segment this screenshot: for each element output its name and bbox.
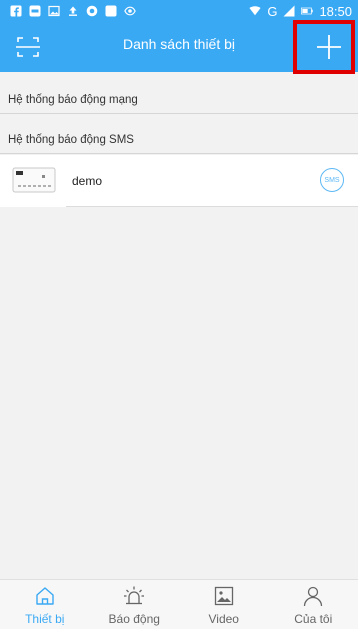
image-icon	[48, 5, 60, 17]
signal-icon	[283, 5, 295, 17]
plus-icon	[317, 35, 341, 59]
add-device-button[interactable]	[314, 32, 344, 62]
status-bar: G 18:50	[0, 0, 358, 22]
nav-label-profile: Của tôi	[294, 612, 333, 626]
nav-label-video: Video	[208, 612, 239, 626]
app-header: Danh sách thiết bị	[0, 22, 358, 72]
section-network-alarm: Hệ thống báo động mạng	[0, 87, 358, 114]
zalo-icon	[29, 5, 41, 17]
network-type: G	[267, 3, 278, 19]
notification-icons	[0, 5, 136, 17]
wifi-icon	[249, 5, 261, 17]
page-title: Danh sách thiết bị	[122, 36, 236, 52]
app-icon	[105, 5, 117, 17]
person-icon	[304, 586, 323, 607]
sms-badge: SMS	[320, 168, 344, 192]
facebook-icon	[10, 5, 22, 17]
upload-icon	[67, 5, 79, 17]
divider	[66, 206, 358, 207]
battery-icon	[301, 5, 314, 17]
alarm-panel-icon	[12, 166, 56, 194]
device-list-item[interactable]: demo SMS	[0, 155, 358, 207]
alarm-icon	[124, 586, 145, 605]
nav-tab-profile[interactable]: Của tôi	[269, 580, 358, 629]
nav-tab-devices[interactable]: Thiết bị	[0, 580, 90, 629]
bottom-nav: Thiết bị Báo động Video Của tôi	[0, 579, 358, 629]
system-status: G 18:50	[249, 0, 352, 22]
eye-icon	[124, 5, 136, 17]
status-time: 18:50	[319, 3, 352, 19]
nav-tab-video[interactable]: Video	[179, 580, 269, 629]
nav-tab-alarm[interactable]: Báo động	[90, 580, 180, 629]
nav-label-devices: Thiết bị	[25, 612, 65, 626]
app-screen: G 18:50 Danh sách thiết bị Hệ thống báo …	[0, 0, 358, 629]
device-name: demo	[72, 174, 103, 188]
picture-icon	[214, 586, 233, 606]
home-icon	[36, 587, 54, 605]
section-sms-alarm: Hệ thống báo động SMS	[0, 127, 358, 154]
nav-label-alarm: Báo động	[108, 612, 160, 626]
chrome-icon	[86, 5, 98, 17]
